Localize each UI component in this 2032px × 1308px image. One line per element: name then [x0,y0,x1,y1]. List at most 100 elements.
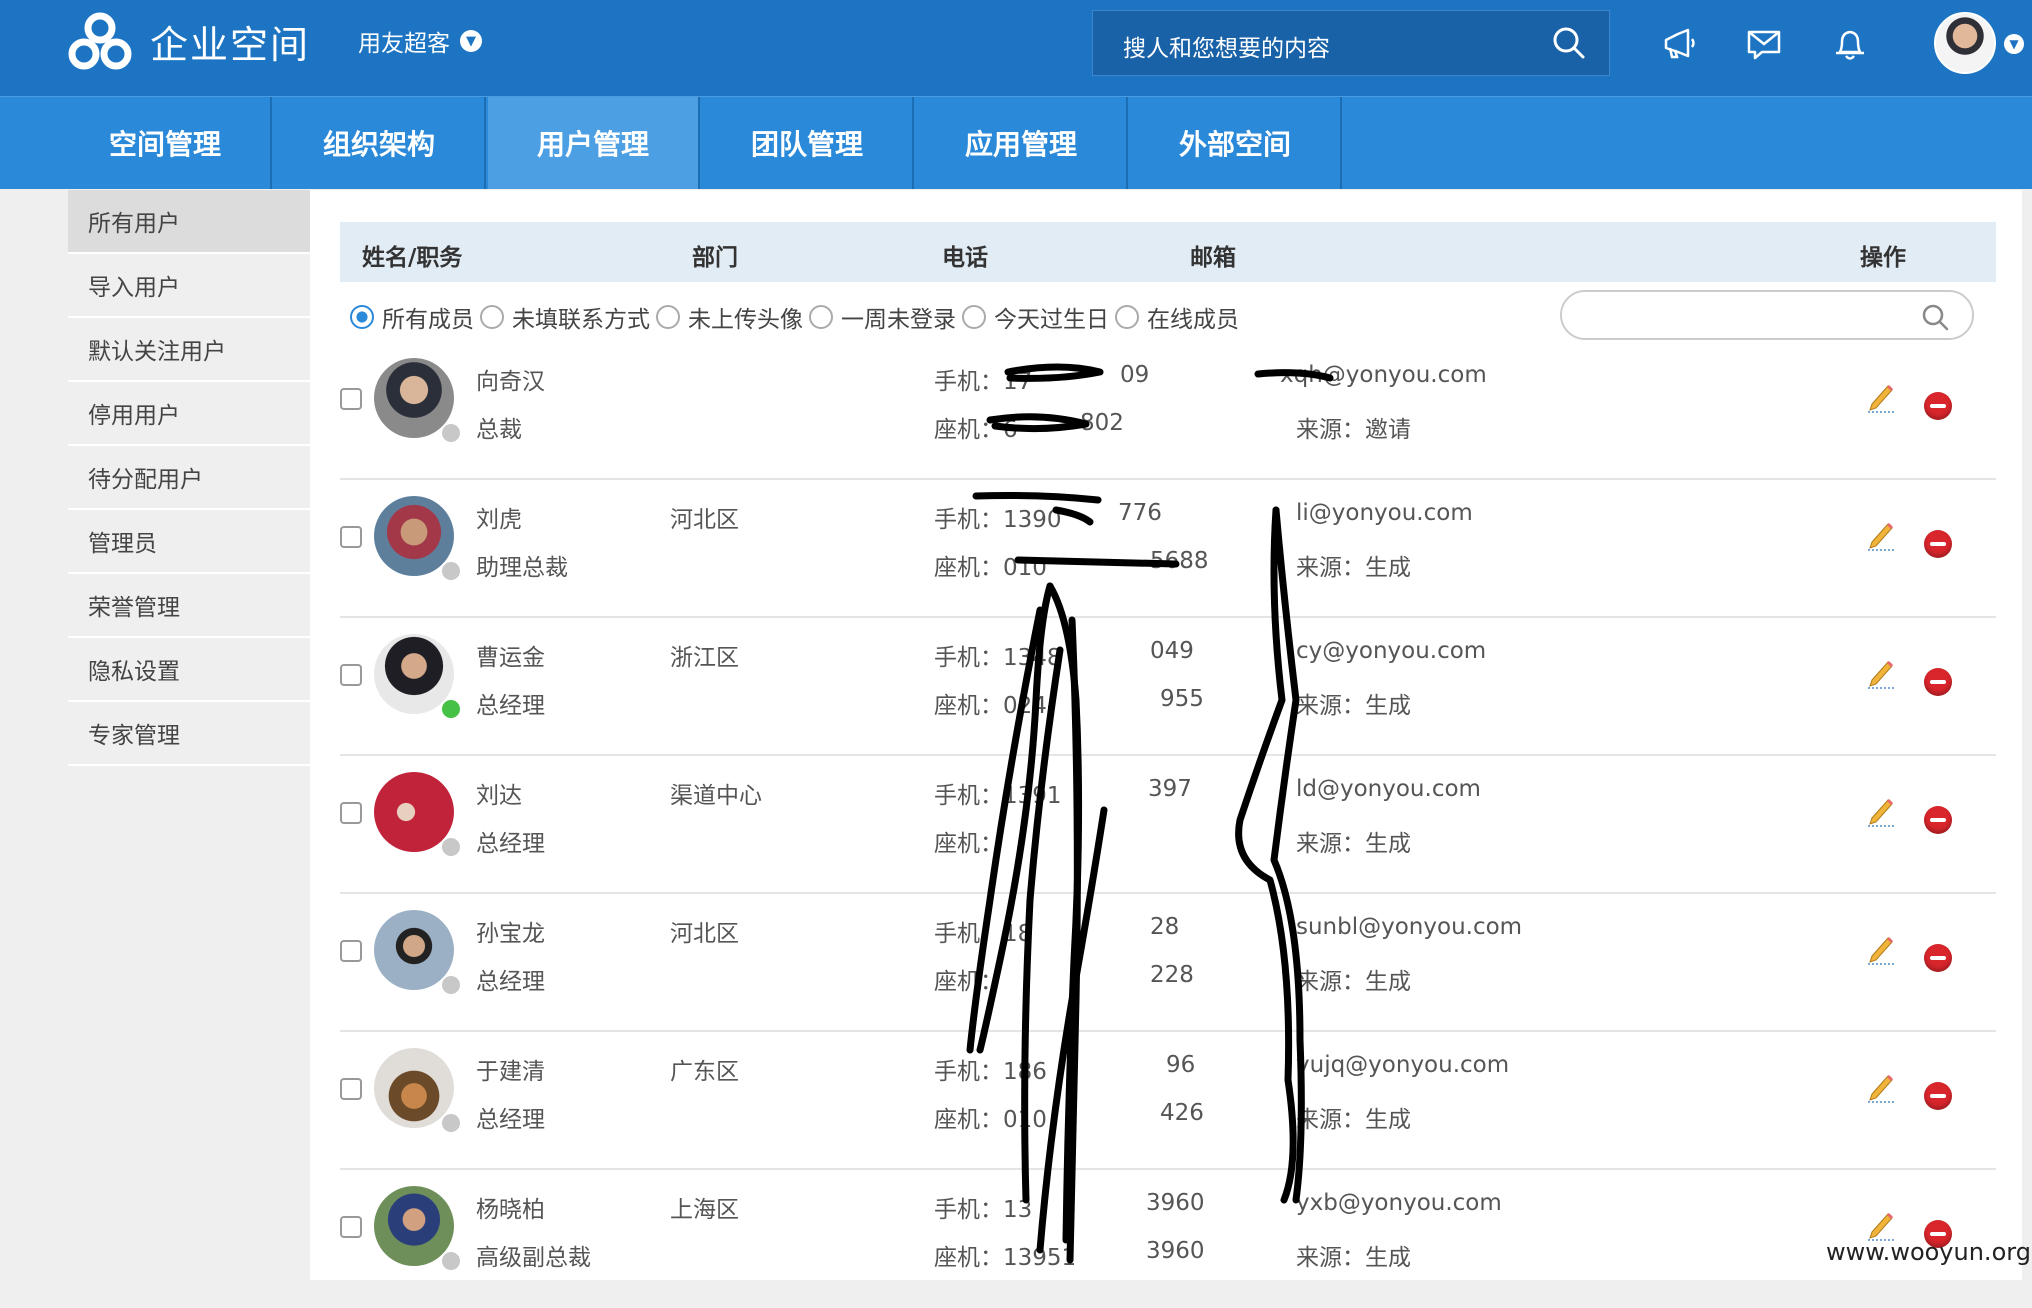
member-name[interactable]: 向奇汉 [476,362,545,396]
edit-icon[interactable] [1864,656,1898,690]
tenant-name: 用友超客 [358,31,450,57]
member-name[interactable]: 曹运金 [476,638,545,672]
radio-button[interactable] [480,305,504,329]
member-landline: 座机： [934,831,1003,857]
filter-birthday-today[interactable]: 今天过生日 [962,300,1109,334]
member-source: 来源：生成 [1296,693,1411,719]
row-checkbox[interactable] [340,940,362,962]
row-checkbox[interactable] [340,1216,362,1238]
watermark: www.wooyun.org [1826,1238,2031,1266]
row-checkbox[interactable] [340,664,362,686]
global-search[interactable]: 搜人和您想要的内容 [1092,10,1610,76]
delete-icon[interactable] [1924,806,1952,834]
nav-org-structure[interactable]: 组织架构 [274,97,486,189]
sidebar-item-pending-users[interactable]: 待分配用户 [68,446,310,510]
member-source: 来源：生成 [1296,831,1411,857]
row-checkbox[interactable] [340,388,362,410]
member-title: 高级副总裁 [476,1245,591,1271]
nav-space-management[interactable]: 空间管理 [60,97,272,189]
edit-icon[interactable] [1864,380,1898,414]
member-source: 来源：生成 [1296,1107,1411,1133]
bell-icon[interactable] [1830,24,1870,64]
edit-icon[interactable] [1864,1208,1898,1242]
search-icon[interactable] [1920,302,1950,332]
edit-icon[interactable] [1864,518,1898,552]
member-title: 总经理 [476,831,545,857]
table-row: 杨晓柏 高级副总裁 上海区 手机：13 3960 座机：13951 3960 y… [340,1170,1996,1308]
sidebar-item-experts[interactable]: 专家管理 [68,702,310,766]
delete-icon[interactable] [1924,530,1952,558]
chevron-down-icon: ▼ [460,30,482,52]
member-name[interactable]: 刘达 [476,776,522,810]
sidebar-item-honors[interactable]: 荣誉管理 [68,574,310,638]
row-checkbox[interactable] [340,526,362,548]
radio-button[interactable] [1115,305,1139,329]
sidebar-item-disabled-users[interactable]: 停用用户 [68,382,310,446]
sidebar-item-all-users[interactable]: 所有用户 [68,190,310,254]
nav-app-management[interactable]: 应用管理 [916,97,1128,189]
member-title: 总经理 [476,1107,545,1133]
member-email: li@yonyou.com [1296,500,1473,526]
sidebar-item-import-users[interactable]: 导入用户 [68,254,310,318]
search-icon[interactable] [1549,23,1589,63]
row-checkbox[interactable] [340,802,362,824]
nav-user-management[interactable]: 用户管理 [488,97,700,189]
member-landline: 座机：13951 [934,1245,1077,1271]
status-dot [440,1112,462,1134]
radio-button[interactable] [962,305,986,329]
member-mobile-tail: 776 [1118,500,1162,526]
filter-all-members[interactable]: 所有成员 [350,300,474,334]
radio-button[interactable] [350,305,374,329]
member-dept: 浙江区 [670,645,739,671]
header-phone: 电话 [942,245,988,271]
member-mobile: 手机：1390 [934,507,1062,533]
member-search-input[interactable] [1560,290,1974,340]
filter-online[interactable]: 在线成员 [1115,300,1239,334]
chevron-down-icon[interactable]: ▼ [2004,34,2024,54]
edit-icon[interactable] [1864,794,1898,828]
radio-button[interactable] [809,305,833,329]
edit-icon[interactable] [1864,1070,1898,1104]
member-mobile-tail: 96 [1166,1052,1196,1078]
radio-button[interactable] [656,305,680,329]
member-name[interactable]: 孙宝龙 [476,914,545,948]
member-mobile: 手机：1391 [934,783,1062,809]
sidebar-item-admins[interactable]: 管理员 [68,510,310,574]
delete-icon[interactable] [1924,1082,1952,1110]
nav-external-space[interactable]: 外部空间 [1130,97,1342,189]
member-email: ld@yonyou.com [1296,776,1481,802]
nav-team-management[interactable]: 团队管理 [702,97,914,189]
filter-no-contact[interactable]: 未填联系方式 [480,300,650,334]
row-checkbox[interactable] [340,1078,362,1100]
filter-inactive-week[interactable]: 一周未登录 [809,300,956,334]
user-avatar[interactable] [1934,12,1996,74]
member-title: 总经理 [476,969,545,995]
delete-icon[interactable] [1924,392,1952,420]
member-landline: 座机：024- [934,693,1056,719]
logo-icon[interactable] [64,8,136,80]
member-name[interactable]: 于建清 [476,1052,545,1086]
member-landline-tail: 426 [1160,1100,1204,1126]
member-email: sunbl@yonyou.com [1296,914,1523,940]
tenant-switcher[interactable]: 用友超客 ▼ [358,24,482,58]
sidebar-item-default-follow[interactable]: 默认关注用户 [68,318,310,382]
edit-icon[interactable] [1864,932,1898,966]
delete-icon[interactable] [1924,668,1952,696]
sidebar-item-privacy[interactable]: 隐私设置 [68,638,310,702]
delete-icon[interactable] [1924,944,1952,972]
top-bar: 企业空间 用友超客 ▼ 搜人和您想要的内容 ▼ [0,0,2032,96]
member-mobile-tail: 397 [1148,776,1192,802]
table-row: 向奇汉 总裁 手机：17 09 座机：6 802 xqh@yonyou.com … [340,342,1996,480]
header-email: 邮箱 [1190,245,1236,271]
main-nav: 空间管理 组织架构 用户管理 团队管理 应用管理 外部空间 [0,96,2032,189]
megaphone-icon[interactable] [1658,24,1698,64]
message-icon[interactable] [1744,24,1784,64]
member-dept: 河北区 [670,921,739,947]
sidebar: 所有用户 导入用户 默认关注用户 停用用户 待分配用户 管理员 荣誉管理 隐私设… [68,190,310,766]
member-name[interactable]: 刘虎 [476,500,522,534]
member-landline-tail: 5688 [1150,548,1209,574]
member-mobile-tail: 28 [1150,914,1180,940]
member-name[interactable]: 杨晓柏 [476,1190,545,1224]
table-row: 曹运金 总经理 浙江区 手机：1348 049 座机：024- 955 cy@y… [340,618,1996,756]
filter-no-avatar[interactable]: 未上传头像 [656,300,803,334]
